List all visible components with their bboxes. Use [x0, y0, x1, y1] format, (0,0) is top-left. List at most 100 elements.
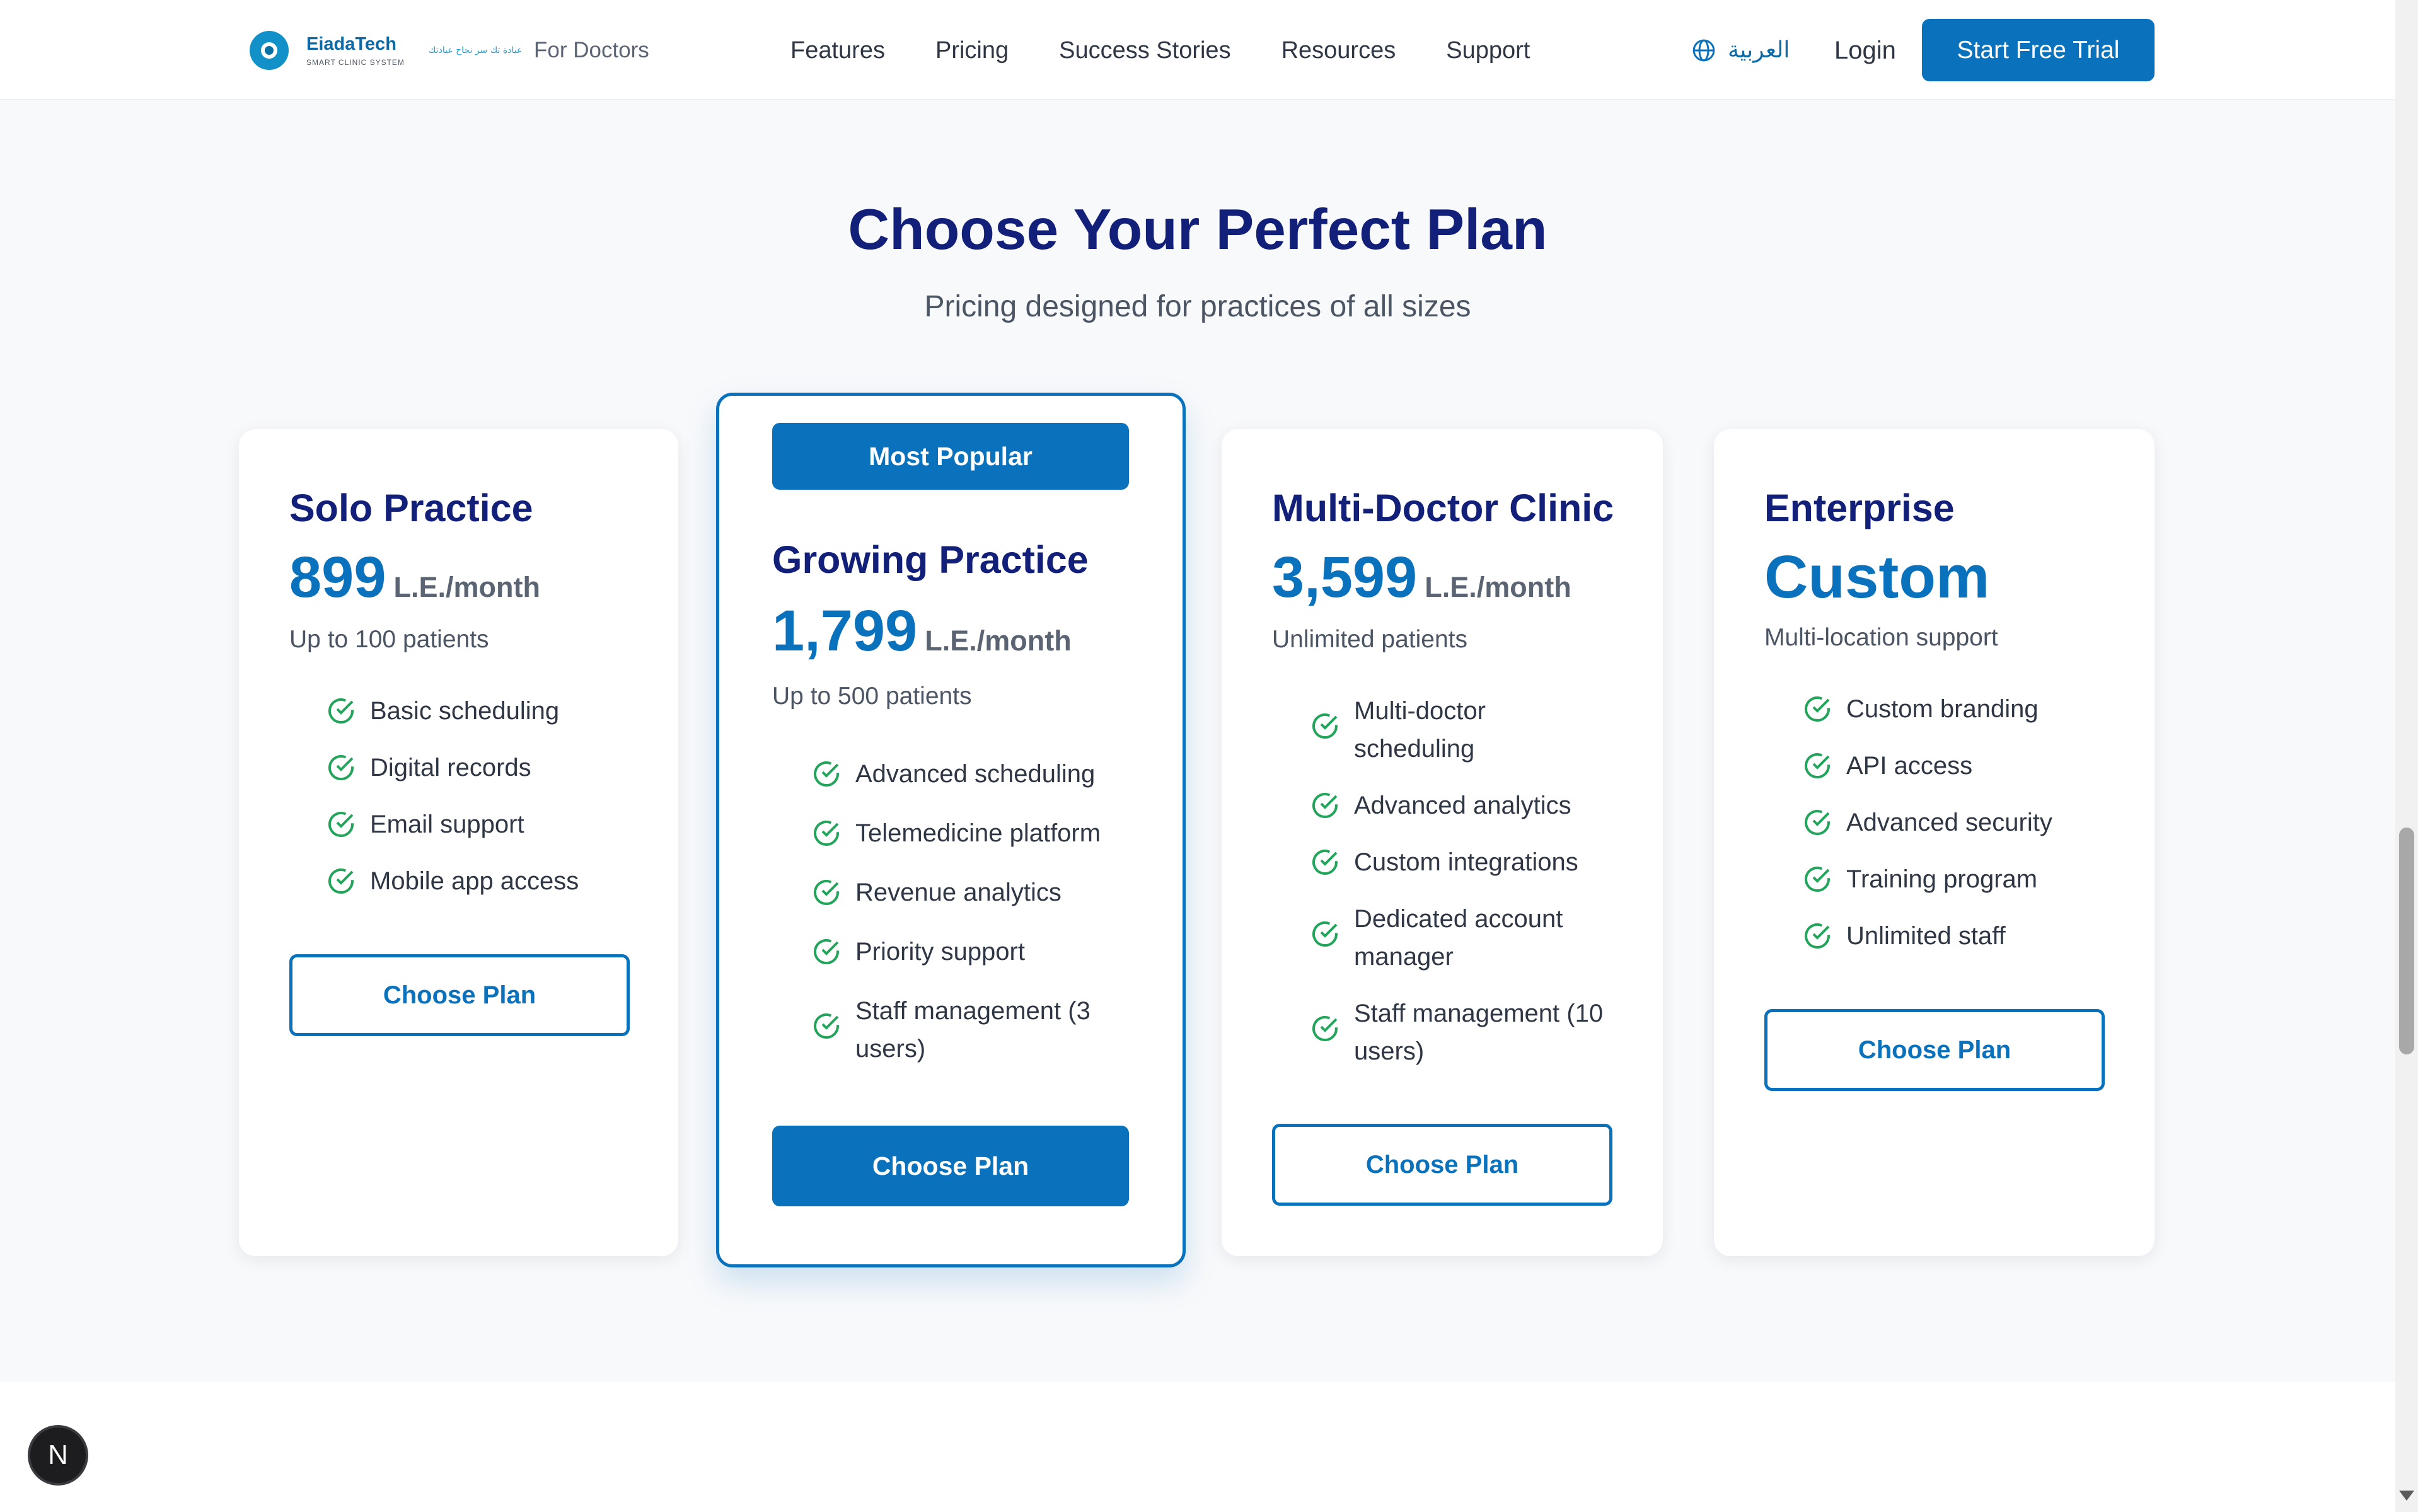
price-unit: L.E./month: [925, 625, 1072, 657]
scrollbar-thumb[interactable]: [2399, 828, 2414, 1054]
check-circle-icon: [1312, 793, 1338, 818]
price-amount: 1,799: [772, 599, 918, 663]
check-circle-icon: [814, 880, 839, 905]
plan-price: Custom: [1764, 543, 1989, 612]
brand-name: EiadaTech: [306, 34, 396, 54]
section-title: Choose Your Perfect Plan: [848, 198, 1547, 262]
feature-item: Advanced scheduling: [811, 755, 1139, 793]
brand-arabic-tagline: عيادة تك سر نجاح عيادتك: [428, 45, 523, 55]
feature-item: Priority support: [811, 933, 1139, 971]
nav-success-stories[interactable]: Success Stories: [1059, 35, 1230, 66]
feature-item: Revenue analytics: [811, 874, 1139, 911]
language-label: العربية: [1728, 37, 1790, 63]
feature-text: Dedicated account manager: [1354, 905, 1563, 971]
feature-list: Advanced scheduling Telemedicine platfor…: [811, 755, 1139, 1087]
check-circle-icon: [1312, 921, 1338, 947]
plan-card-enterprise: Enterprise Custom Multi-location support…: [1714, 429, 2155, 1256]
check-circle-icon: [1805, 753, 1830, 778]
plan-price: 1,799 L.E./month: [772, 596, 1072, 666]
check-circle-icon: [328, 698, 354, 724]
plan-name: Multi-Doctor Clinic: [1272, 487, 1614, 529]
feature-item: Training program: [1802, 860, 2130, 898]
choose-plan-button[interactable]: Choose Plan: [289, 954, 630, 1036]
main-nav: Features Pricing Success Stories Resourc…: [790, 35, 1530, 66]
plan-name: Growing Practice: [772, 538, 1089, 581]
feature-item: Unlimited staff: [1802, 917, 2130, 955]
check-circle-icon: [814, 939, 839, 964]
feature-item: Custom branding: [1802, 690, 2130, 728]
check-circle-icon: [1312, 1016, 1338, 1041]
plan-price: 3,599 L.E./month: [1272, 543, 1571, 612]
feature-text: Advanced analytics: [1354, 792, 1571, 819]
eiadatech-logo-icon: [250, 31, 289, 70]
feature-item: Basic scheduling: [326, 692, 654, 730]
feature-item: API access: [1802, 747, 2130, 785]
price-unit: L.E./month: [393, 571, 540, 603]
plan-patient-limit: Up to 500 patients: [772, 683, 972, 710]
dev-tools-badge[interactable]: N: [28, 1425, 88, 1486]
plan-patient-limit: Unlimited patients: [1272, 626, 1467, 653]
choose-plan-button[interactable]: Choose Plan: [1272, 1124, 1612, 1206]
feature-text: Digital records: [370, 754, 531, 782]
check-circle-icon: [328, 812, 354, 837]
feature-text: Telemedicine platform: [855, 819, 1101, 847]
scroll-down-arrow-icon[interactable]: [2399, 1491, 2414, 1501]
feature-item: Custom integrations: [1310, 843, 1638, 881]
check-circle-icon: [1312, 850, 1338, 875]
brand-tagline: SMART CLINIC SYSTEM: [306, 58, 405, 67]
feature-text: Priority support: [855, 938, 1025, 966]
feature-text: Mobile app access: [370, 867, 579, 895]
nav-resources[interactable]: Resources: [1281, 35, 1396, 66]
plan-card-growing: Most Popular Growing Practice 1,799 L.E.…: [716, 393, 1186, 1267]
feature-item: Staff management (10 users): [1310, 995, 1638, 1070]
feature-text: Advanced scheduling: [855, 760, 1096, 788]
nav-support[interactable]: Support: [1446, 35, 1530, 66]
feature-text: Advanced security: [1846, 809, 2052, 836]
page-scrollbar[interactable]: [2395, 0, 2418, 1512]
check-circle-icon: [814, 761, 839, 787]
feature-item: Advanced security: [1802, 804, 2130, 841]
language-switcher[interactable]: العربية: [1691, 33, 1790, 67]
check-circle-icon: [1805, 696, 1830, 722]
feature-item: Mobile app access: [326, 862, 654, 900]
feature-text: Staff management (10 users): [1354, 1000, 1604, 1065]
brand-logo[interactable]: EiadaTech SMART CLINIC SYSTEM عيادة تك س…: [250, 28, 522, 73]
brand-text: EiadaTech SMART CLINIC SYSTEM: [306, 34, 405, 67]
feature-text: Multi-doctor scheduling: [1354, 697, 1486, 763]
choose-plan-button[interactable]: Choose Plan: [1764, 1009, 2105, 1091]
feature-text: Unlimited staff: [1846, 922, 2006, 950]
check-circle-icon: [1805, 923, 1830, 949]
feature-text: Custom integrations: [1354, 848, 1578, 876]
feature-list: Multi-doctor scheduling Advanced analyti…: [1310, 692, 1638, 1089]
plan-name: Enterprise: [1764, 487, 1955, 529]
price-unit: L.E./month: [1425, 571, 1571, 603]
for-doctors-link[interactable]: For Doctors: [534, 35, 649, 66]
top-navbar: EiadaTech SMART CLINIC SYSTEM عيادة تك س…: [0, 0, 2395, 100]
login-link[interactable]: Login: [1834, 35, 1896, 66]
choose-plan-button[interactable]: Choose Plan: [772, 1126, 1129, 1206]
feature-text: Revenue analytics: [855, 879, 1061, 906]
globe-icon: [1692, 39, 1715, 62]
check-circle-icon: [1805, 867, 1830, 892]
plan-name: Solo Practice: [289, 487, 533, 529]
check-circle-icon: [328, 869, 354, 894]
plan-price: 899 L.E./month: [289, 543, 540, 612]
check-circle-icon: [814, 1013, 839, 1039]
feature-item: Staff management (3 users): [811, 992, 1139, 1068]
feature-item: Email support: [326, 805, 654, 843]
check-circle-icon: [1312, 713, 1338, 739]
next-section: [0, 1382, 2395, 1512]
check-circle-icon: [328, 755, 354, 780]
check-circle-icon: [1805, 810, 1830, 835]
feature-text: Basic scheduling: [370, 697, 560, 725]
plan-patient-limit: Multi-location support: [1764, 624, 1998, 651]
feature-item: Dedicated account manager: [1310, 900, 1638, 976]
nav-pricing[interactable]: Pricing: [935, 35, 1009, 66]
check-circle-icon: [814, 821, 839, 846]
plan-patient-limit: Up to 100 patients: [289, 626, 489, 653]
feature-item: Telemedicine platform: [811, 814, 1139, 852]
nav-features[interactable]: Features: [790, 35, 885, 66]
feature-text: Custom branding: [1846, 695, 2039, 723]
start-free-trial-button[interactable]: Start Free Trial: [1922, 19, 2155, 81]
price-amount: 899: [289, 545, 386, 609]
